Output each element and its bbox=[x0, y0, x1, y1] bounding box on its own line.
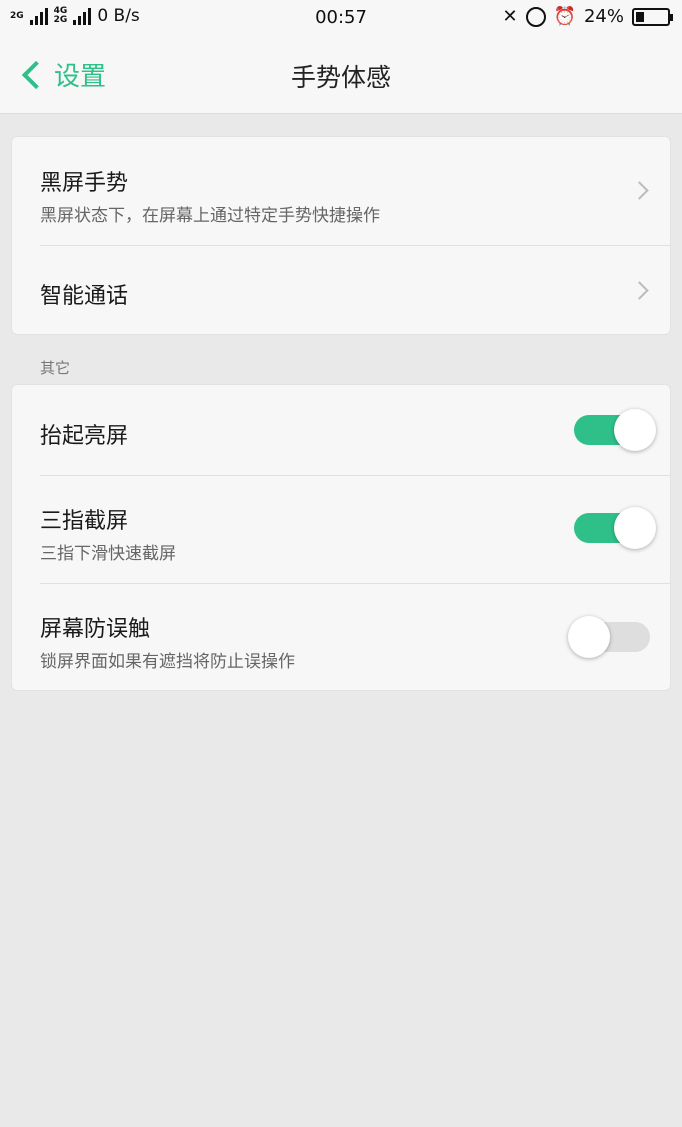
list-item-three-finger-screenshot[interactable]: 三指截屏 三指下滑快速截屏 bbox=[12, 476, 672, 583]
status-bar: 2G 4G 2G 0 B/s 00:57 ✕ ⏰ 24% bbox=[0, 0, 682, 36]
list-item-title: 黑屏手势 bbox=[40, 171, 129, 196]
status-right: ✕ ⏰ 24% bbox=[502, 6, 673, 27]
alarm-icon: ⏰ bbox=[553, 6, 576, 27]
toggle-knob bbox=[614, 507, 656, 549]
page-title: 手势体感 bbox=[290, 63, 391, 92]
chevron-right-icon bbox=[630, 281, 649, 300]
raise-to-wake-toggle[interactable] bbox=[574, 409, 656, 451]
battery-icon bbox=[632, 7, 673, 26]
list-item-smart-call[interactable]: 智能通话 bbox=[12, 246, 672, 336]
list-item-subtitle: 三指下滑快速截屏 bbox=[40, 544, 176, 564]
list-item-raise-to-wake[interactable]: 抬起亮屏 bbox=[12, 385, 672, 475]
list-item-subtitle: 锁屏界面如果有遮挡将防止误操作 bbox=[40, 652, 295, 672]
other-group-card: 抬起亮屏 三指截屏 三指下滑快速截屏 屏幕防误触 锁屏界面如果有遮挡将防止误操作 bbox=[11, 384, 671, 691]
list-item-title: 抬起亮屏 bbox=[40, 424, 129, 449]
nav-bar: 设置 手势体感 bbox=[0, 36, 682, 114]
list-item-accidental-touch-prevention[interactable]: 屏幕防误触 锁屏界面如果有遮挡将防止误操作 bbox=[12, 584, 672, 692]
list-item-title: 屏幕防误触 bbox=[40, 617, 151, 642]
three-finger-screenshot-toggle[interactable] bbox=[574, 507, 656, 549]
rotation-lock-icon bbox=[525, 6, 546, 27]
toggle-knob bbox=[614, 409, 656, 451]
section-header-other: 其它 bbox=[40, 359, 71, 377]
list-item-subtitle: 黑屏状态下，在屏幕上通过特定手势快捷操作 bbox=[40, 206, 380, 226]
vibrate-off-icon: ✕ bbox=[502, 6, 518, 27]
list-item-title: 三指截屏 bbox=[40, 509, 129, 534]
battery-percent: 24% bbox=[583, 6, 624, 27]
toggle-knob bbox=[568, 616, 610, 658]
list-item-black-screen-gesture[interactable]: 黑屏手势 黑屏状态下，在屏幕上通过特定手势快捷操作 bbox=[12, 137, 672, 245]
gesture-group-card: 黑屏手势 黑屏状态下，在屏幕上通过特定手势快捷操作 智能通话 bbox=[11, 136, 671, 335]
chevron-right-icon bbox=[630, 181, 649, 200]
list-item-title: 智能通话 bbox=[40, 284, 129, 309]
accidental-touch-toggle[interactable] bbox=[568, 616, 650, 658]
